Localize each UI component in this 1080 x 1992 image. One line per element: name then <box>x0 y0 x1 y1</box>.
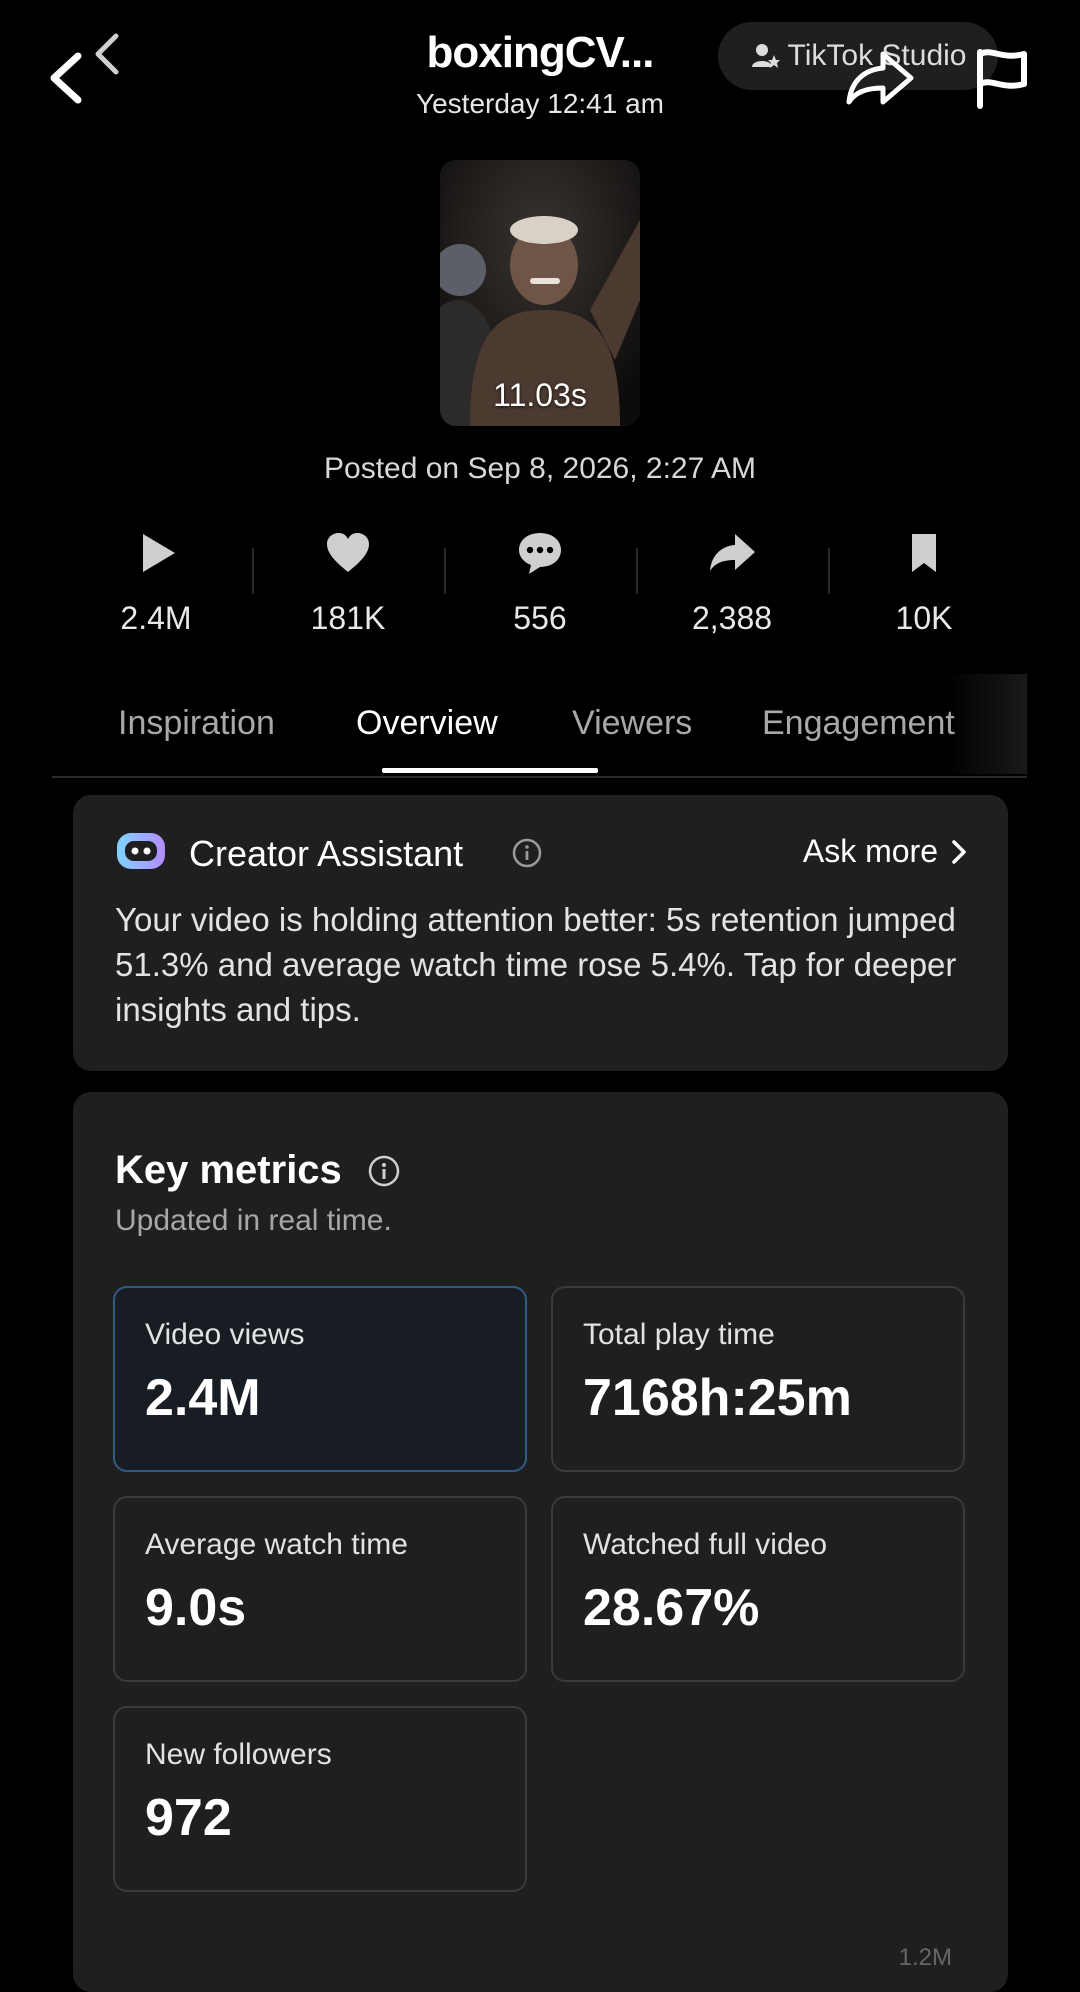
chart-axis-label: 1.2M <box>898 1944 952 1971</box>
assistant-robot-icon <box>117 833 165 869</box>
stat-value: 2,388 <box>691 600 773 636</box>
stat-saves: 10K <box>828 528 1020 658</box>
key-metrics-title: Key metrics <box>115 1148 342 1192</box>
active-tab-indicator <box>382 768 598 773</box>
share-arrow-icon <box>710 534 755 571</box>
person-star-icon <box>751 44 780 68</box>
stat-comments: 556 <box>444 528 636 658</box>
metric-value: 2.4M <box>145 1369 261 1427</box>
tab-engagement[interactable]: Engagement <box>762 704 955 743</box>
stat-views: 2.4M <box>60 528 252 658</box>
metric-label: Watched full video <box>583 1528 828 1561</box>
flag-icon[interactable] <box>972 46 1032 110</box>
key-metrics-subtitle: Updated in real time. <box>115 1204 392 1237</box>
info-icon[interactable] <box>511 837 543 869</box>
chevron-right-icon <box>952 839 966 864</box>
metric-value: 972 <box>145 1789 232 1847</box>
post-time: Yesterday 12:41 am <box>415 88 665 119</box>
metric-tile-watched-full-video[interactable]: Watched full video 28.67% <box>551 1496 965 1682</box>
stat-value: 181K <box>310 600 386 636</box>
tab-inspiration[interactable]: Inspiration <box>118 704 275 743</box>
metric-value: 9.0s <box>145 1579 247 1637</box>
chevron-left-icon[interactable] <box>88 30 128 80</box>
metric-tile-average-watch-time[interactable]: Average watch time 9.0s <box>113 1496 527 1682</box>
tab-overview[interactable]: Overview <box>356 704 498 743</box>
comment-icon <box>519 533 561 574</box>
stat-value: 2.4M <box>120 600 192 636</box>
bookmark-icon <box>912 534 936 572</box>
metric-label: New followers <box>145 1738 332 1771</box>
key-metrics-card: Key metrics Updated in real time. Video … <box>73 1092 1008 1992</box>
ask-more-button[interactable]: Ask more <box>803 833 968 870</box>
stat-shares: 2,388 <box>636 528 828 658</box>
tab-bar: Inspiration Overview Viewers Engagement <box>52 674 1027 778</box>
metric-tile-new-followers[interactable]: New followers 972 <box>113 1706 527 1892</box>
metric-value: 7168h:25m <box>583 1369 852 1427</box>
engagement-stats: 2.4M 181K 556 2,388 10K <box>60 528 1020 658</box>
page-title: boxingCV... <box>426 28 655 77</box>
metric-tile-total-play-time[interactable]: Total play time 7168h:25m <box>551 1286 965 1472</box>
video-duration: 11.03s <box>493 377 587 413</box>
video-thumbnail[interactable]: 11.03s <box>440 160 640 426</box>
stat-value: 556 <box>513 600 567 636</box>
assistant-message: Your video is holding attention better: … <box>115 901 957 1028</box>
tab-viewers[interactable]: Viewers <box>572 704 692 743</box>
posted-date: Posted on Sep 8, 2026, 2:27 AM <box>324 452 756 485</box>
metric-label: Average watch time <box>145 1528 408 1561</box>
share-icon[interactable] <box>845 48 915 108</box>
creator-assistant-card[interactable]: Creator Assistant Ask more Your video is… <box>73 795 1008 1071</box>
heart-icon <box>327 533 369 572</box>
scroll-fade <box>947 674 1027 774</box>
ask-more-label: Ask more <box>802 833 938 869</box>
play-icon <box>143 534 175 572</box>
assistant-title: Creator Assistant <box>189 833 464 874</box>
metric-label: Total play time <box>583 1318 775 1351</box>
metric-value: 28.67% <box>583 1579 760 1637</box>
stat-likes: 181K <box>252 528 444 658</box>
stat-value: 10K <box>895 600 953 636</box>
metric-label: Video views <box>145 1318 305 1351</box>
info-icon[interactable] <box>367 1154 401 1188</box>
metric-tile-video-views[interactable]: Video views 2.4M <box>113 1286 527 1472</box>
